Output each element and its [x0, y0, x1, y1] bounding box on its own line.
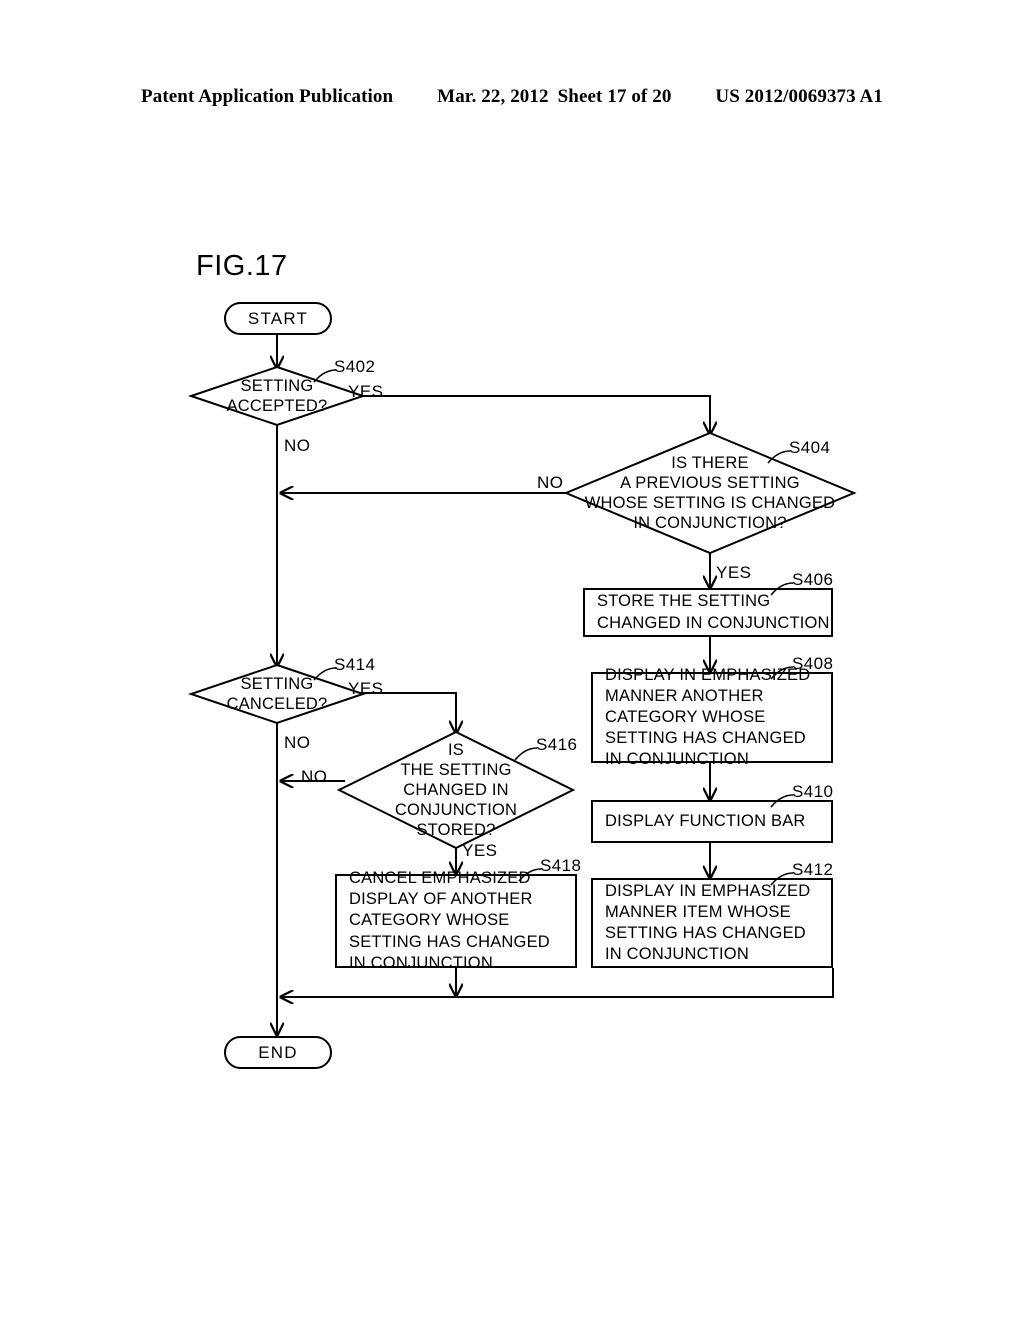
process-s418: CANCEL EMPHASIZED DISPLAY OF ANOTHER CAT… — [335, 869, 577, 972]
process-s408-line-2: MANNER ANOTHER — [605, 686, 764, 705]
branch-label-s414-no: NO — [284, 733, 311, 752]
process-s406-line-2: CHANGED IN CONJUNCTION — [597, 613, 830, 632]
process-s418-line-3: CATEGORY WHOSE — [349, 911, 510, 930]
process-s418-line-5: IN CONJUNCTION — [349, 953, 493, 972]
process-s412-line-1: DISPLAY IN EMPHASIZED — [605, 881, 811, 900]
leader-s414 — [313, 667, 337, 681]
branch-label-s416-yes: YES — [462, 841, 498, 860]
process-s418-line-4: SETTING HAS CHANGED — [349, 932, 550, 951]
publication-title: Patent Application Publication — [141, 86, 394, 107]
process-s412: DISPLAY IN EMPHASIZED MANNER ITEM WHOSE … — [591, 878, 833, 968]
patent-number: US 2012/0069373 A1 — [715, 86, 883, 107]
process-s406-line-1: STORE THE SETTING — [597, 592, 771, 611]
step-ref-s418: S418 — [540, 856, 582, 875]
start-label: START — [247, 308, 309, 328]
flowchart-connectors — [0, 334, 834, 1320]
step-ref-s412: S412 — [792, 860, 834, 879]
leader-s412 — [770, 872, 794, 886]
process-s418-line-2: DISPLAY OF ANOTHER — [349, 890, 533, 909]
leader-s406 — [770, 582, 794, 596]
process-s412-line-3: SETTING HAS CHANGED — [605, 924, 806, 942]
leader-s402 — [313, 369, 337, 383]
branch-label-s402-yes: YES — [348, 382, 384, 401]
leader-s410 — [770, 794, 794, 808]
branch-label-s416-no: NO — [301, 767, 328, 786]
leader-s418 — [518, 868, 542, 882]
process-s406: STORE THE SETTING CHANGED IN CONJUNCTION — [583, 588, 833, 637]
leader-s416 — [514, 747, 538, 761]
process-s410-line-1: DISPLAY FUNCTION BAR — [605, 811, 806, 830]
publication-date: Mar. 22, 2012 — [437, 86, 549, 107]
process-s412-line-2: MANNER ITEM WHOSE — [605, 902, 791, 921]
step-ref-s404: S404 — [789, 438, 831, 457]
end-terminator: END — [224, 1036, 332, 1069]
process-s412-line-4: IN CONJUNCTION — [605, 945, 749, 964]
leader-s408 — [770, 666, 794, 680]
branch-label-s414-yes: YES — [348, 679, 384, 698]
process-s408: DISPLAY IN EMPHASIZED MANNER ANOTHER CAT… — [591, 666, 833, 768]
step-ref-s406: S406 — [792, 570, 834, 589]
leader-s404 — [767, 450, 791, 464]
page-header: Patent Application Publication Mar. 22, … — [0, 86, 1024, 112]
process-s410: DISPLAY FUNCTION BAR — [591, 800, 833, 843]
step-ref-s410: S410 — [792, 782, 834, 801]
end-label: END — [258, 1042, 298, 1062]
figure-label: FIG.17 — [196, 250, 288, 282]
branch-label-s404-yes: YES — [716, 563, 752, 582]
process-s408-line-5: IN CONJUNCTION — [605, 750, 749, 769]
branch-label-s404-no: NO — [537, 473, 564, 492]
step-ref-s416: S416 — [536, 735, 578, 754]
process-s408-line-4: SETTING HAS CHANGED — [605, 729, 806, 748]
branch-label-s402-no: NO — [284, 436, 311, 455]
step-ref-s414: S414 — [334, 655, 376, 674]
step-ref-s408: S408 — [792, 654, 834, 673]
start-terminator: START — [224, 302, 332, 335]
process-s408-line-3: CATEGORY WHOSE — [605, 707, 766, 726]
sheet-number: Sheet 17 of 20 — [557, 86, 672, 107]
step-ref-s402: S402 — [334, 357, 376, 376]
